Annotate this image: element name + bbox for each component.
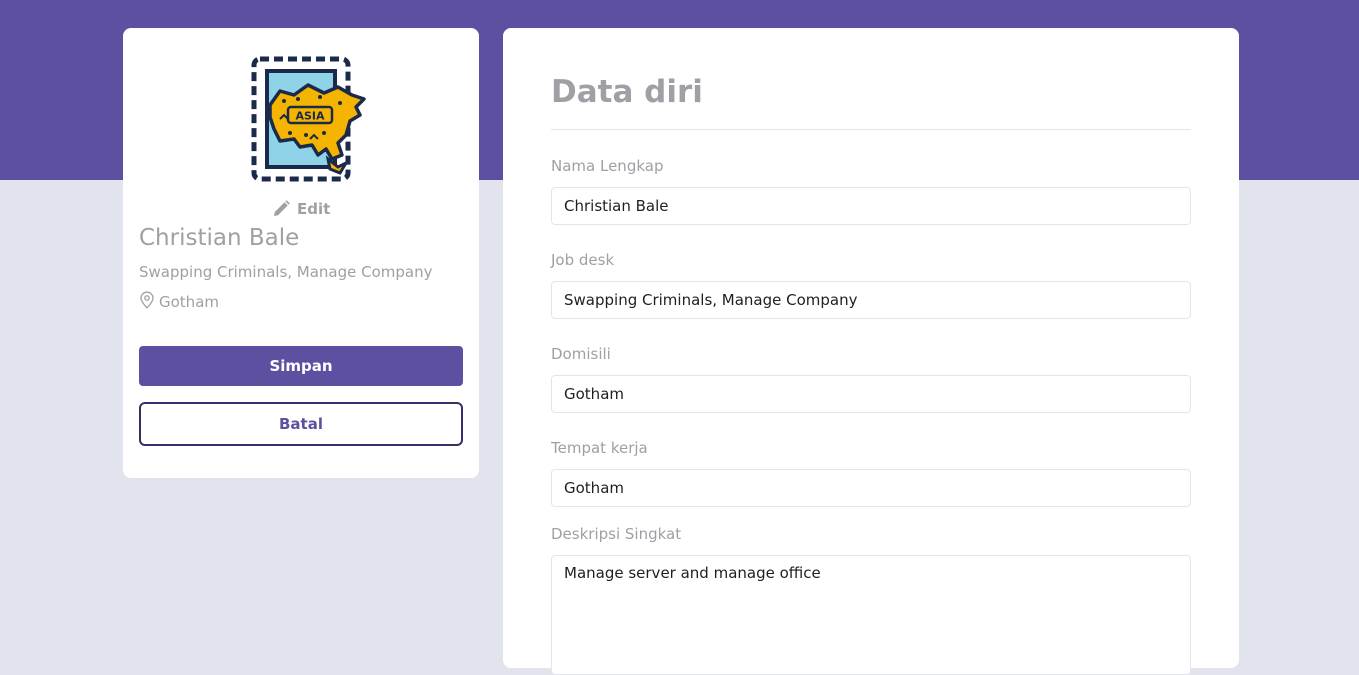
- short-description-textarea[interactable]: Manage server and manage office: [551, 555, 1191, 675]
- job-desk-input[interactable]: [551, 281, 1191, 319]
- full-name-input[interactable]: [551, 187, 1191, 225]
- edit-label: Edit: [297, 200, 331, 218]
- workplace-label: Tempat kerja: [551, 439, 648, 457]
- personal-data-form: Data diri Nama Lengkap Job desk Domisili…: [503, 28, 1239, 675]
- job-desk-label: Job desk: [551, 251, 615, 269]
- location-text: Gotham: [159, 293, 219, 311]
- domicile-input[interactable]: [551, 375, 1191, 413]
- domicile-label: Domisili: [551, 345, 611, 363]
- svg-text:ASIA: ASIA: [295, 110, 325, 123]
- cancel-button[interactable]: Batal: [139, 402, 463, 446]
- short-description-label: Deskripsi Singkat: [551, 525, 682, 543]
- profile-card: ASIA Edit Christian Bale Swapping Crimin…: [123, 28, 479, 478]
- profile-job: Swapping Criminals, Manage Company: [139, 263, 433, 281]
- form-divider: [551, 129, 1191, 130]
- edit-avatar-link[interactable]: Edit: [272, 200, 330, 218]
- asia-stamp-icon: ASIA: [250, 55, 370, 183]
- pencil-icon: [272, 200, 290, 218]
- profile-name: Christian Bale: [139, 225, 300, 251]
- full-name-label: Nama Lengkap: [551, 157, 664, 175]
- profile-location: Gotham: [139, 291, 219, 313]
- map-pin-icon: [139, 291, 155, 313]
- workplace-input[interactable]: [551, 469, 1191, 507]
- save-button[interactable]: Simpan: [139, 346, 463, 386]
- form-title: Data diri: [551, 74, 703, 110]
